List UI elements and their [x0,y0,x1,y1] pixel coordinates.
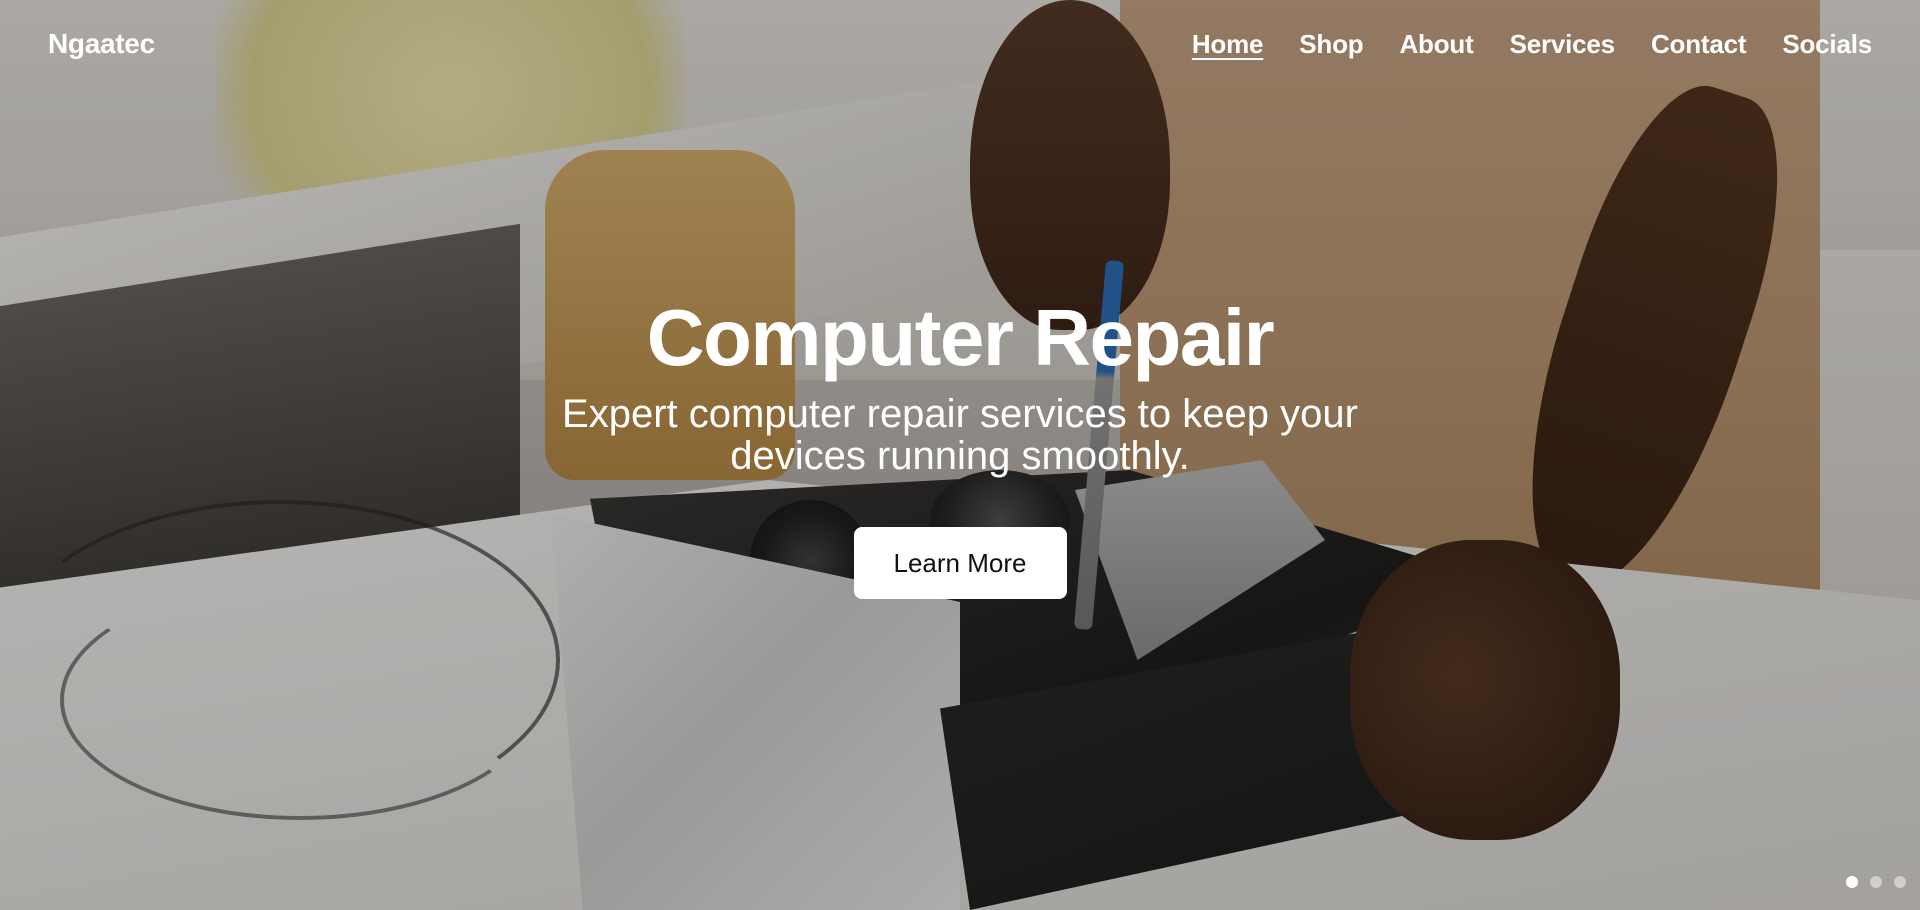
brand-logo[interactable]: Ngaatec [48,28,155,60]
slider-dot-2[interactable] [1870,876,1882,888]
hero-title: Computer Repair [646,293,1275,382]
nav-item-about[interactable]: About [1399,29,1473,60]
nav-item-home[interactable]: Home [1192,29,1264,60]
nav-item-contact[interactable]: Contact [1651,29,1747,60]
nav-item-socials[interactable]: Socials [1782,29,1872,60]
slider-dots [1846,876,1906,888]
nav-item-shop[interactable]: Shop [1299,29,1363,60]
site-header: Ngaatec Home Shop About Services Contact… [0,0,1920,88]
slider-dot-3[interactable] [1894,876,1906,888]
hero-section: Computer Repair Expert computer repair s… [0,0,1920,910]
nav-item-services[interactable]: Services [1510,29,1616,60]
hero-subtitle: Expert computer repair services to keep … [562,392,1358,478]
learn-more-button[interactable]: Learn More [853,527,1067,599]
main-nav: Home Shop About Services Contact Socials [1192,29,1872,60]
slider-dot-1[interactable] [1846,876,1858,888]
